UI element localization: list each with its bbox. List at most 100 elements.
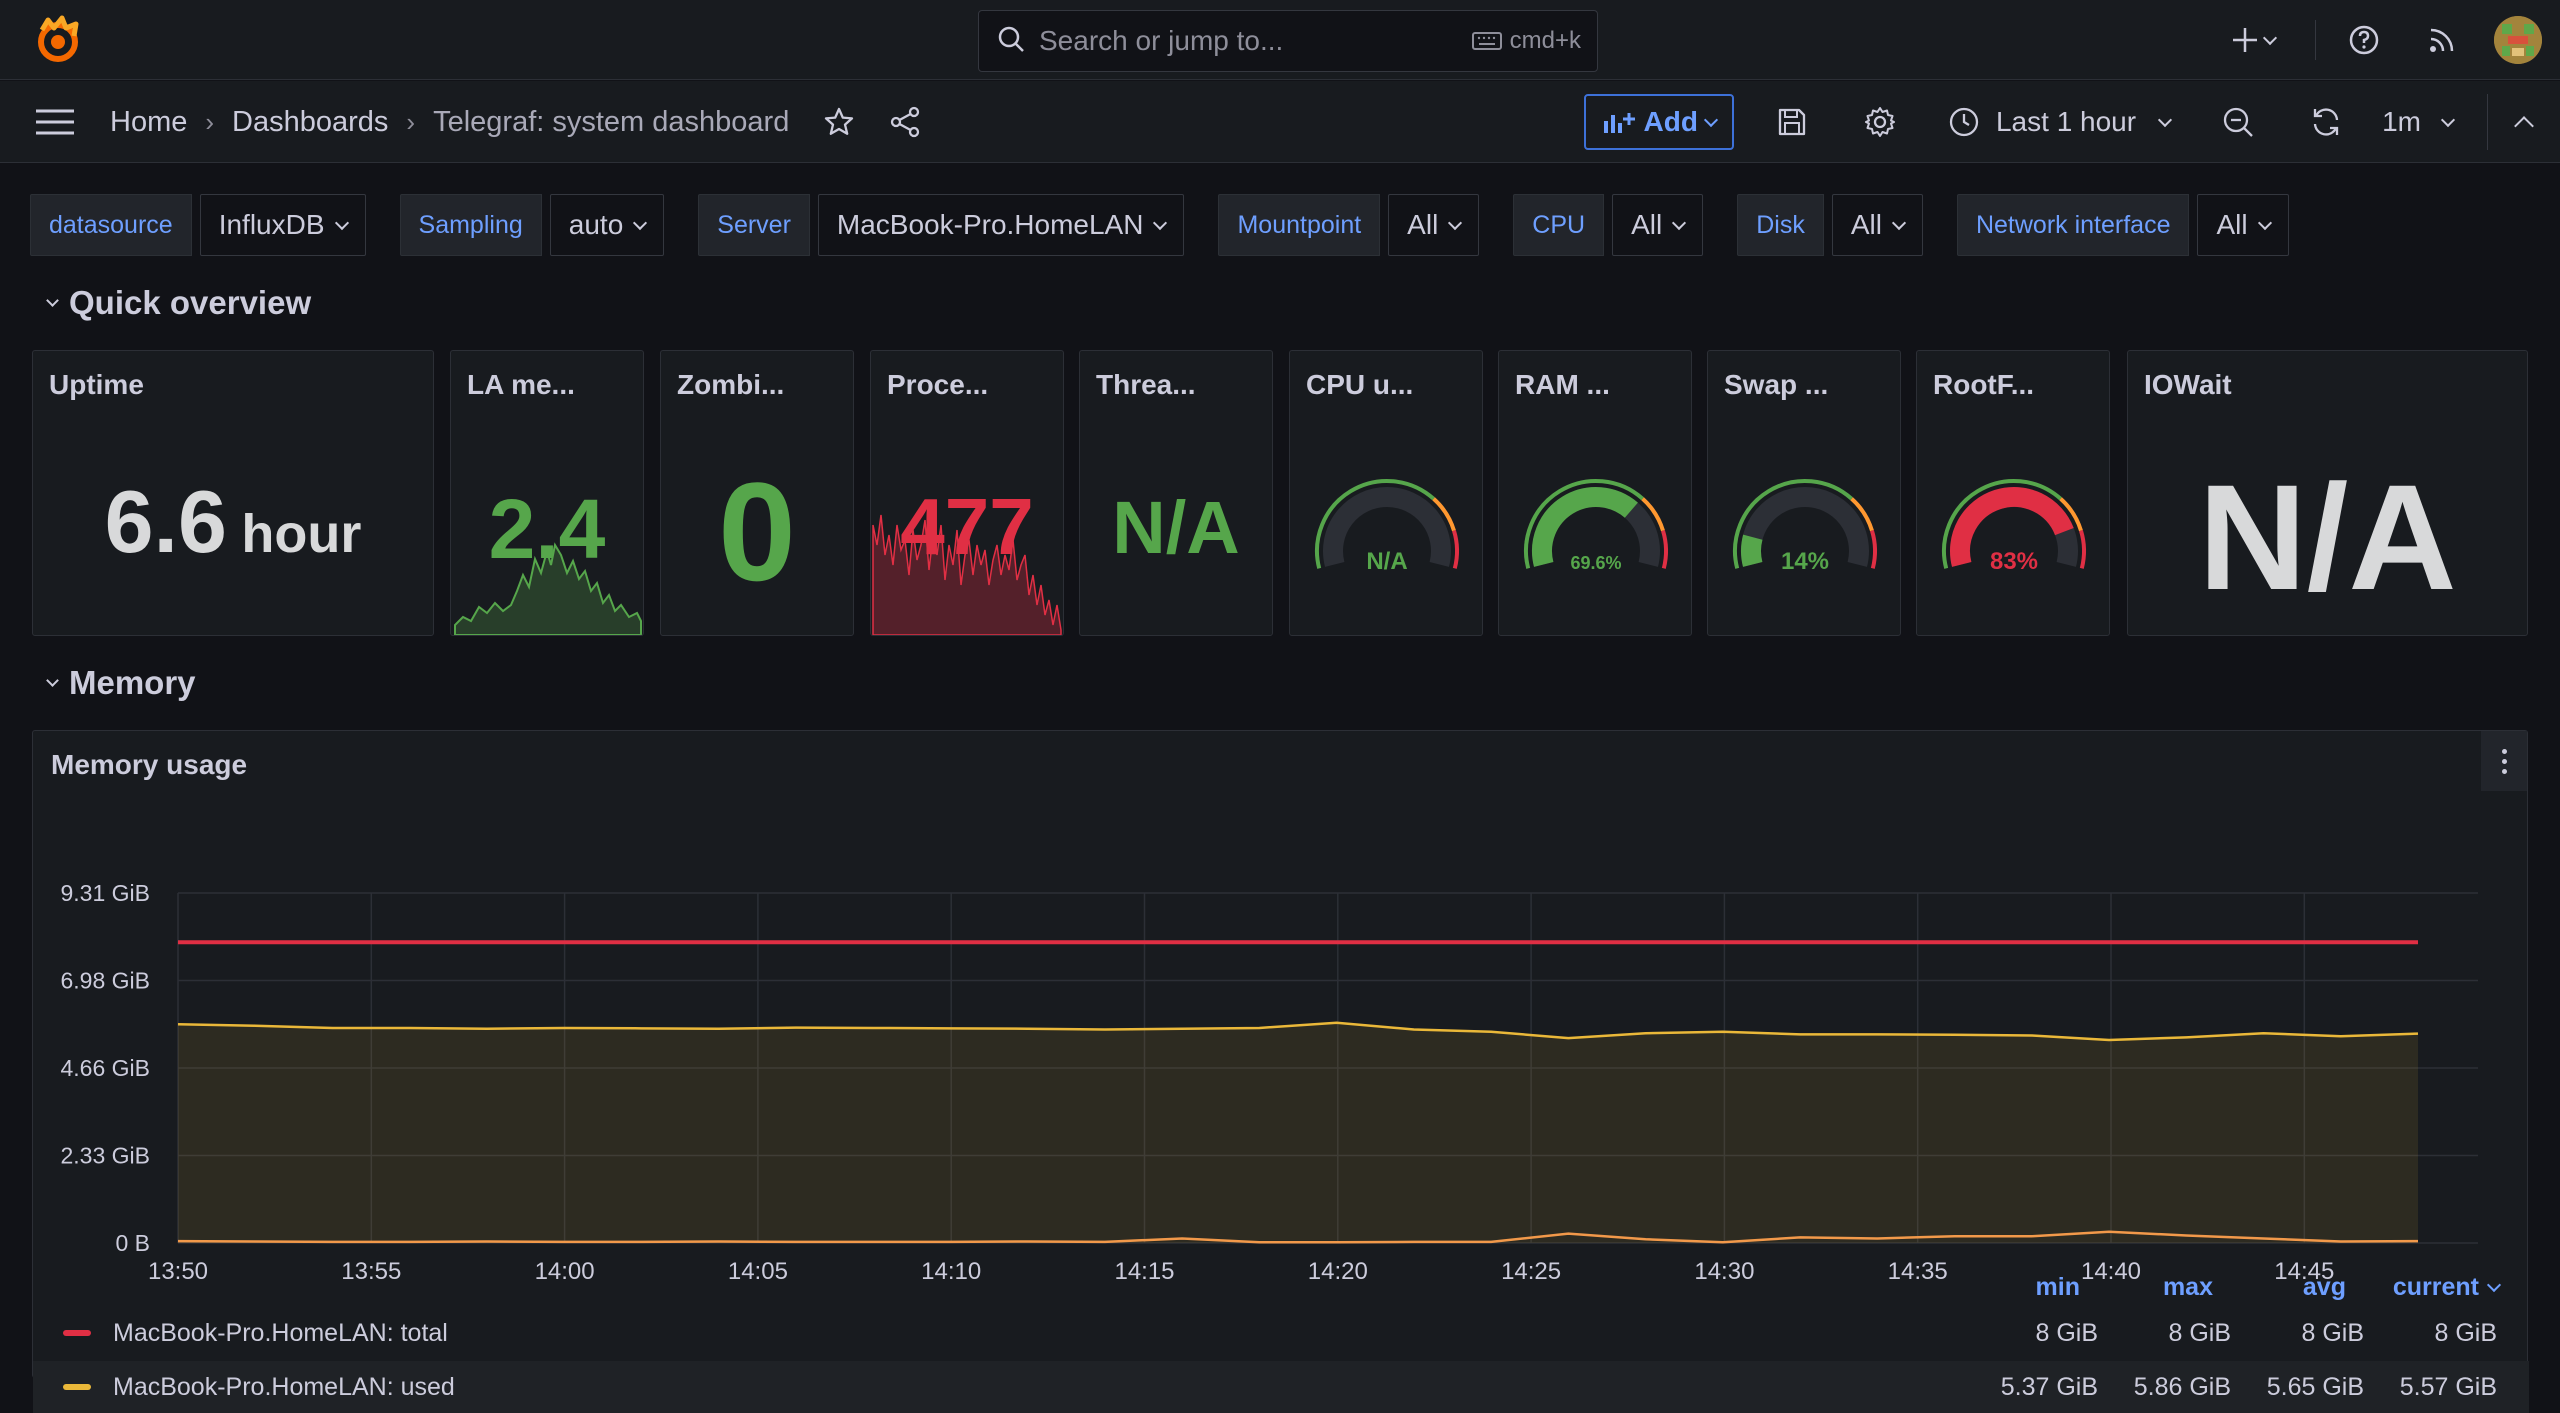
y-tick-label: 9.31 GiB	[61, 880, 151, 906]
help-icon	[2349, 25, 2379, 55]
memory-usage-panel[interactable]: Memory usage 0 B 2.33 GiB 4.66 GiB 6.98 GiB…	[32, 730, 2529, 1413]
search-icon	[997, 25, 1025, 58]
grafana-logo[interactable]	[32, 14, 84, 66]
y-tick-label: 6.98 GiB	[61, 968, 151, 994]
template-variables: datasource InfluxDB Sampling auto Server MacB…	[30, 193, 2323, 257]
news-button[interactable]	[2416, 10, 2468, 70]
breadcrumb-separator: ›	[205, 106, 215, 137]
iowait-panel[interactable]: IOWait N/A	[2127, 350, 2528, 636]
variable-select[interactable]: All	[1831, 194, 1923, 256]
threads-panel[interactable]: Threa... N/A	[1079, 350, 1273, 636]
y-tick-label: 0 B	[115, 1230, 150, 1256]
load-value: 2.4	[488, 482, 606, 576]
chevron-down-icon	[1891, 215, 1907, 230]
variable-label: Mountpoint	[1218, 194, 1381, 256]
chevron-up-icon	[2514, 116, 2534, 136]
legend-column-header[interactable]: max	[2080, 1273, 2213, 1302]
gauge-value-arc	[1741, 534, 1763, 567]
chevron-down-icon	[2262, 30, 2278, 45]
refresh-interval-picker[interactable]: 1m	[2382, 106, 2456, 138]
gear-icon	[1864, 107, 1895, 137]
variable-select[interactable]: auto	[549, 194, 665, 256]
panel-title: RootF...	[1933, 369, 2035, 400]
add-button-label: Add	[1643, 106, 1698, 137]
legend-avg-value: 8 GiB	[2301, 1318, 2364, 1347]
star-button[interactable]	[823, 106, 855, 138]
clock-icon	[1949, 107, 1979, 137]
divider	[2315, 20, 2316, 60]
legend-item[interactable]: MacBook-Pro.HomeLAN: total 8 GiB 8 GiB 8 Gi…	[33, 1307, 2529, 1359]
variable-select[interactable]: MacBook-Pro.HomeLAN	[817, 194, 1185, 256]
row-memory[interactable]: Memory	[46, 664, 196, 702]
profile-button[interactable]	[2488, 10, 2548, 70]
new-menu-button[interactable]	[2213, 10, 2293, 70]
variable-select[interactable]: All	[1612, 194, 1704, 256]
legend-max-value: 5.86 GiB	[2133, 1372, 2231, 1401]
ram-usage-gauge-panel[interactable]: RAM ... 69.6%	[1498, 350, 1692, 636]
avatar	[2494, 16, 2542, 64]
panel-title: Swap ...	[1724, 369, 1829, 400]
search-bar[interactable]: Search or jump to... cmd+k	[978, 10, 1598, 72]
legend-column-header[interactable]: current	[2346, 1273, 2479, 1302]
row-title: Quick overview	[69, 284, 312, 321]
rootfs-usage-gauge-panel[interactable]: RootF... 83%	[1916, 350, 2110, 636]
zombies-value: 0	[718, 453, 796, 610]
chevron-down-icon	[633, 215, 648, 230]
save-dashboard-button[interactable]	[1764, 94, 1820, 150]
memory-chart[interactable]: 0 B2.33 GiB4.66 GiB6.98 GiB9.31 GiB13:50…	[33, 791, 2529, 1301]
add-panel-icon	[1603, 113, 1635, 133]
variable-value: MacBook-Pro.HomeLAN	[836, 209, 1144, 240]
panel-title: IOWait	[2144, 369, 2232, 400]
swap-usage-gauge-panel[interactable]: Swap ... 14%	[1707, 350, 1901, 636]
hamburger-icon	[36, 109, 74, 135]
breadcrumb-separator: ›	[406, 106, 416, 137]
breadcrumb-dashboards[interactable]: Dashboards	[232, 106, 388, 139]
legend-series-name: MacBook-Pro.HomeLAN: total	[113, 1318, 448, 1347]
legend-swatch	[63, 1330, 91, 1336]
refresh-button[interactable]	[2298, 94, 2354, 150]
help-button[interactable]	[2338, 10, 2390, 70]
legend-min-value: 5.37 GiB	[2000, 1372, 2098, 1401]
panel-menu-button[interactable]	[2481, 731, 2527, 791]
legend-header: min max avg current	[33, 1261, 2529, 1313]
zombies-panel[interactable]: Zombi... 0	[660, 350, 854, 636]
variable-value: All	[1850, 209, 1882, 240]
collapse-toolbar-button[interactable]	[2488, 94, 2560, 150]
gauge-threshold-arc	[1661, 530, 1668, 569]
dashboard-settings-button[interactable]	[1852, 94, 1908, 150]
row-quick-overview[interactable]: Quick overview	[46, 284, 312, 322]
add-button[interactable]: Add	[1583, 94, 1734, 150]
chevron-down-icon	[334, 215, 349, 230]
gauge-value: 14%	[1781, 548, 1829, 575]
processes-value: 477	[900, 482, 1034, 571]
panel-title: LA me...	[467, 369, 575, 400]
kebab-dot	[2501, 748, 2507, 754]
variable-value: auto	[568, 209, 624, 240]
variable-label: CPU	[1513, 194, 1605, 256]
cpu-usage-gauge-panel[interactable]: CPU u... N/A	[1289, 350, 1483, 636]
breadcrumb-home[interactable]: Home	[110, 106, 187, 139]
legend-column-header[interactable]: avg	[2213, 1273, 2346, 1302]
menu-toggle-button[interactable]	[30, 101, 80, 143]
gauge-value: N/A	[1366, 548, 1407, 575]
chevron-down-icon	[46, 674, 59, 687]
kebab-dot	[2501, 758, 2507, 764]
variable-select[interactable]: InfluxDB	[199, 194, 366, 256]
legend-swatch	[63, 1384, 91, 1390]
chevron-down-icon	[46, 294, 59, 307]
processes-panel[interactable]: Proce... 477	[870, 350, 1064, 636]
variable-select[interactable]: All	[2197, 194, 2289, 256]
zoom-out-icon	[2223, 107, 2253, 137]
legend-column-header[interactable]: min	[1947, 1273, 2080, 1302]
time-range-picker[interactable]: Last 1 hour	[1948, 106, 2173, 138]
share-button[interactable]	[889, 106, 921, 138]
variable-select[interactable]: All	[1388, 194, 1480, 256]
legend-item[interactable]: MacBook-Pro.HomeLAN: used 5.37 GiB 5.86 Gi…	[33, 1361, 2529, 1413]
series-area	[178, 1022, 2418, 1243]
uptime-panel[interactable]: Uptime 6.6 hour	[32, 350, 434, 636]
zoom-out-button[interactable]	[2210, 94, 2266, 150]
load-average-panel[interactable]: LA me... 2.4	[450, 350, 644, 636]
variable-label: Server	[698, 194, 810, 256]
dashboard-nav-bar: Home › Dashboards › Telegraf: system das…	[0, 81, 2560, 163]
variable-label: datasource	[30, 194, 192, 256]
